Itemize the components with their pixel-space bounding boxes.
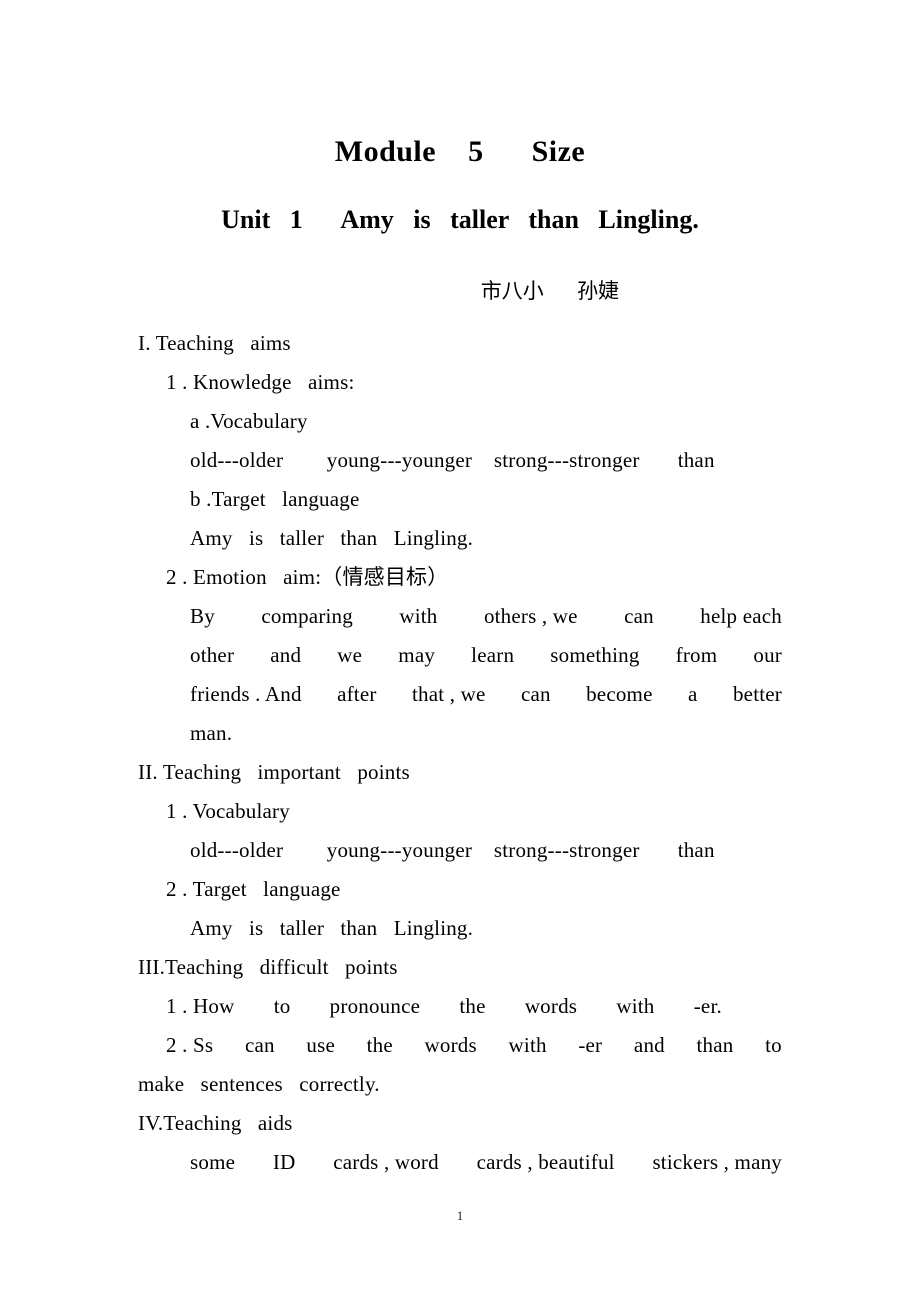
line-word: our [753,643,782,667]
line-word: we [337,643,363,667]
line-word: learn [471,643,515,667]
line-word: -er. [693,994,722,1018]
body-line: 1 . Knowledge aims: [166,370,355,394]
body-line: Amy is taller than Lingling. [190,526,474,550]
line-word: others , we [483,604,578,628]
body-line: III.Teaching difficult points [138,955,398,979]
line-word: ID [272,1150,296,1174]
body-line: I. Teaching aims [138,331,291,355]
line-word: By [190,604,215,628]
body-line: some ID cards , word cards , beautiful stick… [138,1143,782,1182]
body-line: make sentences correctly. [138,1072,380,1096]
body-line: friends . And after that , we can become a bet… [138,675,782,714]
line-word: to [765,1033,782,1057]
line-word: use [306,1033,335,1057]
line-word: stickers , many [652,1150,782,1174]
line-word: and [633,1033,665,1057]
line-word: can [520,682,551,706]
line-word: words [424,1033,477,1057]
line-word: other [190,643,235,667]
body-line: 2 . Ss can use the words with -er and than to [138,1026,782,1065]
document-page: Module 5 Size Unit 1 Amy is taller than … [0,0,920,1302]
body-line: 2 . Emotion aim:（情感目标） [166,565,449,589]
line-word: a [688,682,698,706]
line-word: better [732,682,782,706]
line-word: after [337,682,377,706]
body-line: II. Teaching important points [138,760,410,784]
page-subtitle: Unit 1 Amy is taller than Lingling. [221,205,699,234]
line-word: may [398,643,436,667]
body-line: man. [190,721,233,745]
line-word: can [244,1033,275,1057]
body-line: By comparing with others , we can help each [138,597,782,636]
line-word: the [366,1033,393,1057]
body-line: 2 . Target language [166,877,341,901]
line-word: something [550,643,640,667]
document-body: I. Teaching aims 1 . Knowledge aims: a .Vo… [138,324,782,1182]
body-line: IV.Teaching aids [138,1111,293,1135]
line-word: that , we [411,682,486,706]
line-word: pronounce [329,994,421,1018]
body-line: 1 . Vocabulary [166,799,290,823]
line-word: with [399,604,438,628]
page-number: 1 [456,1208,464,1223]
line-word: some [190,1150,236,1174]
line-word: cards , beautiful [476,1150,615,1174]
body-line: a .Vocabulary [190,409,308,433]
line-word: from [675,643,718,667]
line-word: cards , word [333,1150,439,1174]
body-line: 1 . How to pronounce the words with -er. [138,987,782,1026]
line-word: friends . And [190,682,302,706]
line-word: can [624,604,654,628]
body-line: old---older young---younger strong---str… [190,448,715,472]
line-word: with [616,994,655,1018]
line-word: the [459,994,486,1018]
page-title: Module 5 Size [334,135,586,168]
line-word: to [273,994,291,1018]
body-line: b .Target language [190,487,360,511]
line-word: help each [700,604,782,628]
line-word: and [270,643,302,667]
body-line: old---older young---younger strong---str… [190,838,715,862]
body-line: Amy is taller than Lingling. [190,916,474,940]
line-word: words [524,994,578,1018]
line-word: than [696,1033,734,1057]
title-block: Module 5 Size Unit 1 Amy is taller than … [0,132,920,240]
line-word: 1 . How [166,994,235,1018]
line-word: -er [578,1033,603,1057]
line-word: 2 . Ss [166,1033,214,1057]
body-line: other and we may learn something from our [138,636,782,675]
byline: 市八小 孙婕 [480,279,620,303]
line-word: comparing [261,604,353,628]
line-word: become [586,682,653,706]
line-word: with [508,1033,547,1057]
